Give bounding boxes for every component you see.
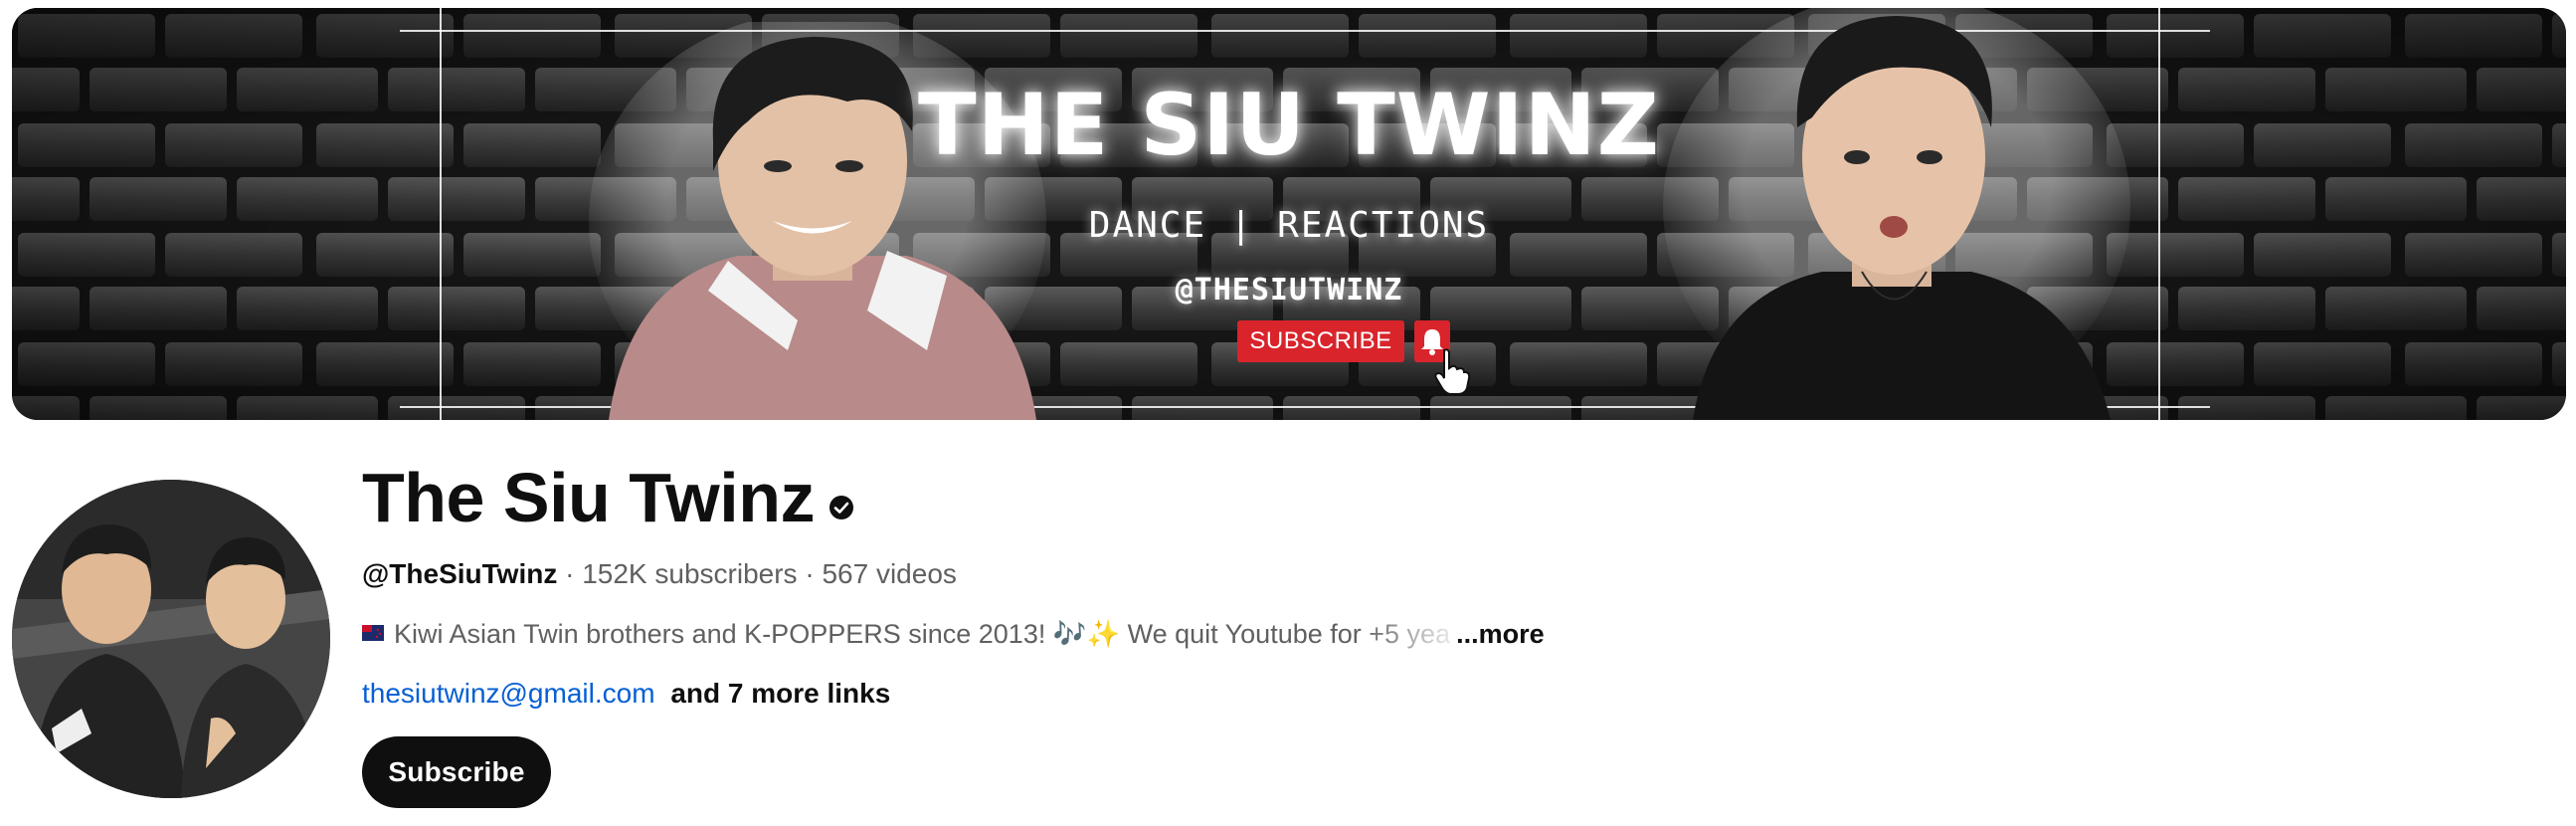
email-link[interactable]: thesiutwinz@gmail.com	[362, 678, 655, 709]
verified-check-icon	[829, 496, 853, 519]
avatar-image	[12, 480, 330, 798]
channel-meta: @TheSiuTwinz · 152K subscribers · 567 vi…	[362, 557, 957, 591]
banner-handle: @THESIUTWINZ	[1175, 273, 1403, 308]
banner-subscribe-graphic: SUBSCRIBE	[1237, 320, 1404, 362]
channel-description[interactable]: Kiwi Asian Twin brothers and K-POPPERS s…	[362, 617, 1545, 651]
channel-banner: THE SIU TWINZ DANCE | REACTIONS @THESIUT…	[12, 8, 2566, 420]
channel-avatar[interactable]	[12, 480, 330, 798]
new-zealand-flag-icon	[362, 625, 384, 641]
video-count: 567 videos	[822, 558, 957, 589]
meta-separator: ·	[565, 558, 575, 589]
more-links-button[interactable]: and 7 more links	[670, 678, 890, 709]
subscribe-button[interactable]: Subscribe	[362, 736, 551, 808]
banner-tagline: DANCE | REACTIONS	[1088, 205, 1490, 246]
channel-handle: @TheSiuTwinz	[362, 558, 558, 589]
subscriber-count: 152K subscribers	[582, 558, 798, 589]
channel-name: The Siu Twinz	[362, 459, 815, 536]
hand-pointer-icon	[1434, 348, 1471, 395]
banner-title: THE SIU TWINZ	[918, 76, 1660, 175]
channel-links: thesiutwinz@gmail.com and 7 more links	[362, 677, 890, 711]
description-text: Kiwi Asian Twin brothers and K-POPPERS s…	[394, 619, 1362, 649]
description-more-button[interactable]: ...more	[1456, 619, 1545, 649]
description-faded-text: +5 yea	[1361, 619, 1451, 649]
meta-separator: ·	[805, 558, 815, 589]
